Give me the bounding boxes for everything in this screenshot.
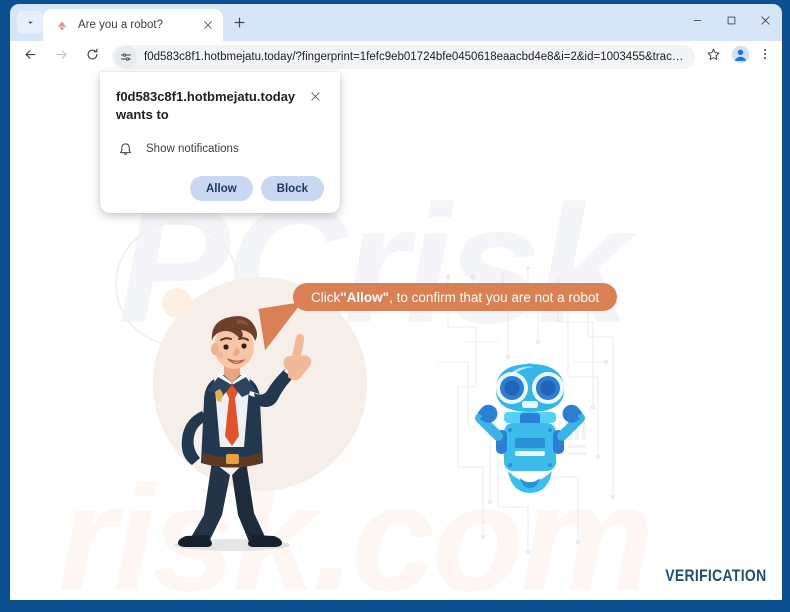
verification-label: VERIFICATION xyxy=(664,566,766,585)
permission-label: Show notifications xyxy=(146,143,239,155)
speech-bubble: Click "Allow", to confirm that you are n… xyxy=(293,283,618,311)
close-icon xyxy=(310,89,321,107)
new-tab-button[interactable] xyxy=(227,13,251,37)
back-button[interactable] xyxy=(16,43,44,71)
notification-permission-dialog: f0d583c8f1.hotbmejatu.today wants to Sho… xyxy=(100,72,340,213)
browser-tab[interactable]: Are you a robot? xyxy=(43,9,223,41)
permission-row: Show notifications xyxy=(116,140,324,158)
browser-window: Are you a robot? f0d583c8f1.hotbmejatu.t… xyxy=(0,0,790,612)
site-favicon xyxy=(54,17,70,33)
tab-close-button[interactable] xyxy=(199,16,217,34)
reload-button[interactable] xyxy=(78,43,106,71)
star-icon xyxy=(706,47,721,67)
businessman-pointing-illustration xyxy=(174,316,312,551)
tab-title: Are you a robot? xyxy=(78,19,164,31)
browser-menu-button[interactable] xyxy=(753,44,777,70)
dialog-close-button[interactable] xyxy=(306,89,324,107)
bell-icon xyxy=(116,140,134,158)
bubble-text-emphasis: "Allow" xyxy=(340,289,390,305)
three-dot-menu-icon xyxy=(758,47,772,66)
bookmark-button[interactable] xyxy=(701,45,725,69)
bubble-text-prefix: Click xyxy=(311,289,341,305)
forward-button[interactable] xyxy=(47,43,75,71)
block-button[interactable]: Block xyxy=(260,176,324,201)
plus-icon xyxy=(233,16,246,34)
forward-arrow-icon xyxy=(54,47,69,67)
avatar-icon xyxy=(731,45,750,69)
window-controls xyxy=(680,4,782,37)
tune-icon[interactable] xyxy=(115,45,137,68)
back-arrow-icon xyxy=(23,47,38,67)
chevron-down-icon xyxy=(25,17,36,28)
reload-icon xyxy=(85,47,100,67)
bubble-text-suffix: , to confirm that you are not a robot xyxy=(389,289,600,305)
url-text: f0d583c8f1.hotbmejatu.today/?fingerprint… xyxy=(144,50,695,63)
dialog-title: f0d583c8f1.hotbmejatu.today wants to xyxy=(116,89,296,122)
browser-toolbar: f0d583c8f1.hotbmejatu.today/?fingerprint… xyxy=(10,41,782,72)
profile-button[interactable] xyxy=(727,44,753,70)
decorative-dot xyxy=(162,288,192,318)
maximize-button[interactable] xyxy=(714,4,748,37)
dialog-header: f0d583c8f1.hotbmejatu.today wants to xyxy=(116,88,324,124)
close-button[interactable] xyxy=(748,4,782,37)
tab-search-button[interactable] xyxy=(17,11,43,34)
tab-strip: Are you a robot? xyxy=(10,4,782,41)
browser-chrome: Are you a robot? f0d583c8f1.hotbmejatu.t… xyxy=(10,4,782,72)
allow-button[interactable]: Allow xyxy=(190,176,253,201)
minimize-button[interactable] xyxy=(680,4,714,37)
dialog-actions: Allow Block xyxy=(116,176,324,201)
robot-illustration xyxy=(475,363,585,493)
address-bar[interactable]: f0d583c8f1.hotbmejatu.today/?fingerprint… xyxy=(112,44,695,69)
